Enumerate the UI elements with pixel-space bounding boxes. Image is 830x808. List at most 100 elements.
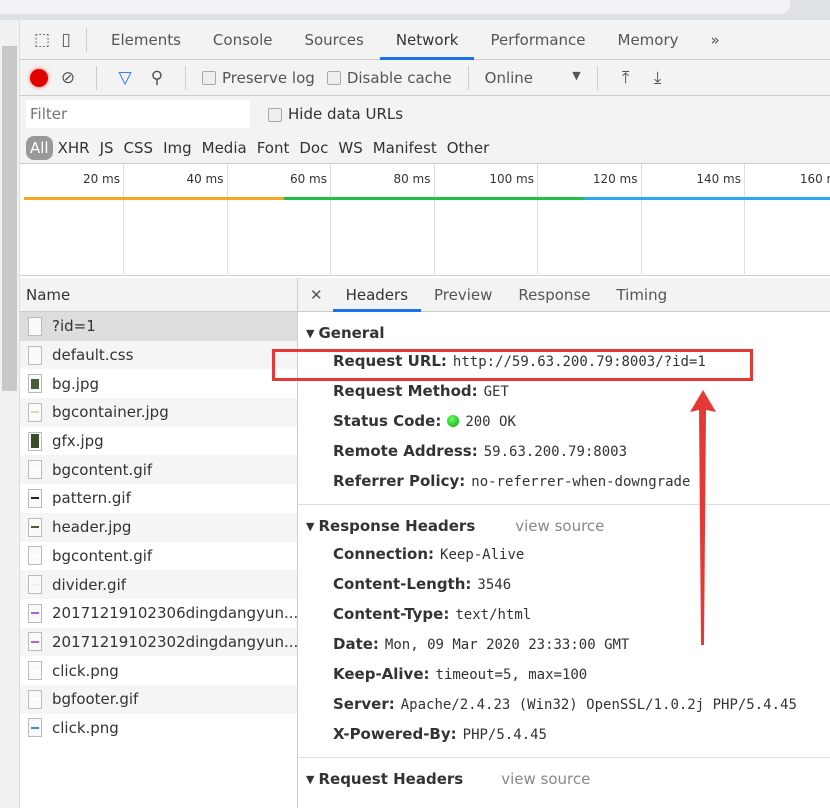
header-row: Keep-Alive: timeout=5, max=100	[298, 659, 830, 689]
more-tabs-button[interactable]: »	[695, 20, 736, 60]
disable-cache-label: Disable cache	[346, 68, 452, 87]
type-filter-all[interactable]: All	[26, 135, 53, 160]
header-row: Date: Mon, 09 Mar 2020 23:33:00 GMT	[298, 629, 830, 659]
request-name: header.jpg	[52, 518, 132, 537]
type-filter-manifest[interactable]: Manifest	[368, 139, 442, 157]
device-toolbar-icon[interactable]: ▯	[54, 28, 78, 52]
request-row[interactable]: ?id=1	[20, 312, 297, 341]
file-thumbnail-icon	[31, 378, 39, 389]
header-value: text/html	[455, 607, 532, 623]
request-row[interactable]: bg.jpg	[20, 369, 297, 398]
request-row[interactable]: default.css	[20, 340, 297, 370]
request-row[interactable]: bgcontent.gif	[20, 455, 297, 485]
section-title: Request Headers	[318, 770, 464, 788]
file-icon	[28, 488, 42, 508]
detail-tab-timing[interactable]: Timing	[603, 278, 680, 312]
header-name: Content-Type:	[333, 605, 450, 623]
tab-console[interactable]: Console	[197, 20, 289, 60]
header-row: Content-Length: 3546	[298, 569, 830, 599]
detail-tab-preview[interactable]: Preview	[421, 278, 505, 312]
close-detail-button[interactable]: ✕	[298, 278, 333, 312]
preserve-log-label: Preserve log	[222, 68, 315, 87]
header-value: PHP/5.4.45	[462, 727, 547, 743]
type-filter-js[interactable]: JS	[95, 139, 119, 157]
inspect-element-icon[interactable]: ⬚	[30, 28, 54, 52]
header-value: Mon, 09 Mar 2020 23:33:00 GMT	[384, 637, 630, 653]
request-row[interactable]: bgcontainer.jpg	[20, 398, 297, 427]
detail-tabs: ✕ Headers Preview Response Timing	[298, 278, 830, 312]
import-har-icon[interactable]: ⤒	[614, 66, 638, 90]
tab-network[interactable]: Network	[379, 20, 475, 60]
request-row[interactable]: bgfooter.gif	[20, 684, 297, 714]
clear-icon[interactable]: ⊘	[56, 66, 80, 90]
request-name: click.png	[52, 661, 119, 680]
search-icon[interactable]: ⚲	[145, 66, 169, 90]
scrollbar-thumb[interactable]	[2, 46, 17, 391]
request-row[interactable]: bgcontent.gif	[20, 542, 297, 571]
timeline-tick: 40 ms	[186, 164, 228, 274]
hide-data-urls-label: Hide data URLs	[288, 105, 404, 123]
tick-label: 140 ms	[696, 172, 741, 186]
header-row: Content-Type: text/html	[298, 599, 830, 629]
tab-sources[interactable]: Sources	[288, 20, 379, 60]
request-row[interactable]: gfx.jpg	[20, 427, 297, 456]
request-name: gfx.jpg	[52, 432, 104, 451]
tick-label: 60 ms	[289, 172, 327, 186]
view-source-link[interactable]: view source	[515, 517, 604, 535]
request-name: bg.jpg	[52, 374, 100, 393]
network-overview-timeline[interactable]: 20 ms 40 ms 60 ms 80 ms 100 ms 120 ms 140 ms 16…	[20, 164, 830, 276]
type-filter-ws[interactable]: WS	[333, 139, 367, 157]
request-name: bgfooter.gif	[52, 690, 139, 709]
header-name: Date:	[333, 635, 379, 653]
address-bar[interactable]	[0, 0, 790, 14]
request-row[interactable]: pattern.gif	[20, 484, 297, 513]
tab-performance[interactable]: Performance	[474, 20, 601, 60]
export-har-icon[interactable]: ⤓	[646, 66, 670, 90]
resource-type-filter: All XHR JS CSS Img Media Font Doc WS Manifest Othe…	[20, 132, 830, 164]
record-button[interactable]	[30, 68, 48, 87]
request-name: pattern.gif	[52, 489, 131, 508]
detail-tab-response[interactable]: Response	[505, 278, 603, 312]
hide-data-urls-checkbox[interactable]: Hide data URLs	[268, 105, 403, 123]
header-name: Connection:	[333, 545, 435, 563]
general-section-header[interactable]: ▼ General	[298, 312, 830, 346]
timeline-tick: 140 ms	[696, 164, 745, 274]
disable-cache-checkbox[interactable]: Disable cache	[326, 68, 452, 87]
detail-tab-headers[interactable]: Headers	[332, 278, 422, 312]
type-filter-other[interactable]: Other	[442, 139, 495, 157]
type-filter-font[interactable]: Font	[252, 139, 295, 157]
type-filter-doc[interactable]: Doc	[294, 139, 333, 157]
filter-input[interactable]	[26, 100, 250, 128]
request-row[interactable]: 20171219102302dingdangyun...	[20, 627, 297, 657]
filter-icon[interactable]: ▽	[113, 66, 137, 90]
type-filter-media[interactable]: Media	[197, 139, 252, 157]
type-filter-css[interactable]: CSS	[119, 139, 159, 157]
page-scrollbar[interactable]	[0, 20, 20, 808]
type-filter-xhr[interactable]: XHR	[53, 139, 95, 157]
request-row[interactable]: divider.gif	[20, 570, 297, 599]
tab-memory[interactable]: Memory	[602, 20, 695, 60]
name-column-header[interactable]: Name	[20, 278, 298, 312]
timeline-tick: 120 ms	[593, 164, 642, 274]
file-thumbnail-icon	[31, 434, 39, 449]
preserve-log-checkbox[interactable]: Preserve log	[202, 69, 315, 87]
request-row[interactable]: click.png	[20, 714, 297, 743]
request-row[interactable]: 20171219102306dingdangyun...	[20, 599, 297, 628]
type-filter-img[interactable]: Img	[158, 139, 197, 157]
view-source-link[interactable]: view source	[501, 770, 590, 788]
browser-toolbar	[0, 0, 830, 20]
throttling-value: Online	[484, 68, 534, 87]
header-name: Keep-Alive:	[333, 665, 430, 683]
response-headers-section-header[interactable]: ▼ Response Headers view source	[298, 505, 830, 539]
annotation-highlight-box	[272, 349, 753, 381]
annotation-arrow	[690, 390, 716, 645]
devtools-tab-bar: ⬚ ▯ Elements Console Sources Network Perform…	[20, 20, 830, 60]
file-thumbnail-icon	[31, 325, 39, 328]
tab-elements[interactable]: Elements	[95, 20, 197, 60]
request-row[interactable]: header.jpg	[20, 512, 297, 542]
request-headers-section-header[interactable]: ▼ Request Headers view source	[298, 758, 830, 792]
request-row[interactable]: click.png	[20, 656, 297, 685]
throttling-select[interactable]: Online ▼	[485, 69, 581, 87]
header-row: Connection: Keep-Alive	[298, 539, 830, 569]
tick-label: 40 ms	[186, 172, 224, 186]
